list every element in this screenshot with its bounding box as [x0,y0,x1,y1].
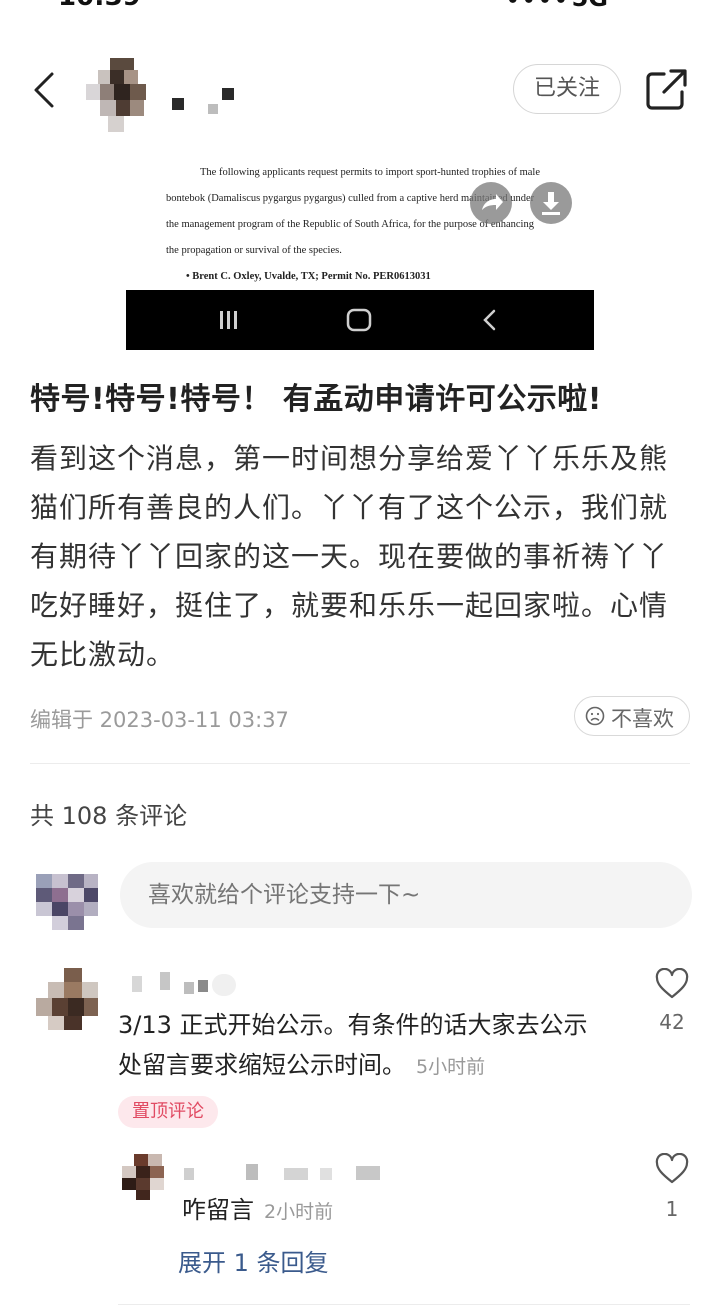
current-user-avatar[interactable] [36,872,100,932]
post-body: 看到这个消息，第一时间想分享给爱丫丫乐乐及熊猫们所有善良的人们。丫丫有了这个公示… [30,442,669,671]
author-name[interactable] [172,84,242,114]
home-icon [346,308,372,332]
image-download-button[interactable] [530,182,572,224]
reply-time: 2小时前 [264,1201,334,1223]
post-header: 已关注 [0,56,720,132]
reply-text: 咋留言 2小时前 [182,1190,622,1232]
phone-nav-bar [126,290,594,350]
divider [30,763,690,764]
expand-replies-link[interactable]: 展开 1 条回复 [178,1243,329,1278]
document-excerpt: The following applicants request permits… [166,160,586,290]
status-time: 10:39 [58,0,141,12]
dislike-button[interactable]: 不喜欢 [574,696,690,736]
author-avatar[interactable] [84,58,164,134]
comment-count: 共 108 条评论 [30,802,188,830]
commenter-name[interactable] [132,970,242,998]
reply-like-count: 1 [665,1197,679,1221]
comment-text: 3/13 正式开始公示。有条件的话大家去公示处留言要求缩短公示时间。 5小时前 [118,1005,598,1087]
share-button[interactable] [644,66,690,112]
back-nav-icon [483,309,496,331]
follow-button[interactable]: 已关注 [513,64,621,114]
network-label: 5G [572,0,608,12]
doc-line: bontebok (Damaliscus pygargus pygargus) … [166,193,535,204]
heart-icon [655,967,689,999]
comment-input[interactable] [120,862,692,928]
sad-face-icon [585,706,605,726]
like-count: 42 [659,1010,685,1034]
chevron-left-icon [34,72,54,108]
comment-body: 3/13 正式开始公示。有条件的话大家去公示处留言要求缩短公示时间。 [118,1011,588,1079]
like-button[interactable]: 42 [652,967,692,1034]
reply-body: 咋留言 [182,1196,254,1224]
status-bar: 10:39 •••• 5G [0,0,720,13]
doc-bullet: • Brent C. Oxley, Uvalde, TX; Permit No.… [186,271,431,282]
post-image[interactable]: The following applicants request permits… [126,146,594,350]
post-title: 特号!特号!特号！ 有孟动申请许可公示啦! [30,382,602,417]
doc-line: The following applicants request permits… [200,167,541,178]
pinned-badge: 置顶评论 [118,1096,218,1128]
replier-name[interactable] [184,1164,384,1182]
doc-line: the management program of the Republic o… [166,219,534,230]
forward-icon [482,194,503,210]
doc-line: the propagation or survival of the speci… [166,245,342,256]
reply-like-button[interactable]: 1 [652,1152,692,1221]
image-share-button[interactable] [470,182,512,224]
replier-avatar[interactable] [122,1154,170,1200]
divider [118,1304,690,1305]
download-icon [542,192,560,215]
commenter-avatar[interactable] [36,968,100,1032]
heart-icon [655,1152,689,1184]
back-button[interactable] [28,68,64,112]
recents-icon [220,311,237,329]
share-icon [646,69,687,110]
comment-time: 5小时前 [416,1056,486,1078]
edit-timestamp: 编辑于 2023-03-11 03:37 [30,708,289,732]
signal-icon: •••• [505,0,570,13]
dislike-label: 不喜欢 [611,707,674,731]
